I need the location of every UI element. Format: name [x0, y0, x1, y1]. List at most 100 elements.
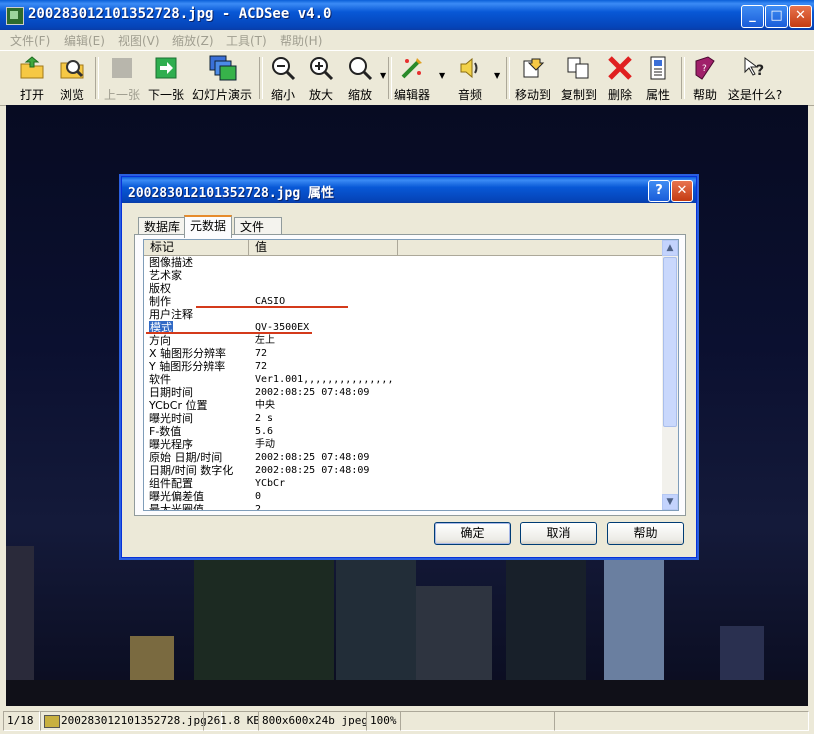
metadata-tag: YCbCr 位置: [149, 399, 208, 412]
metadata-row[interactable]: 曝光程序 手动: [144, 438, 664, 451]
metadata-value: 2002:08:25 07:48:09: [255, 452, 370, 463]
zoom-button[interactable]: 缩放: [342, 55, 378, 102]
dialog-help-text-button[interactable]: 帮助: [607, 522, 684, 545]
metadata-tag: 曝光时间: [149, 412, 193, 425]
metadata-row[interactable]: Y 轴图形分辨率 72: [144, 360, 664, 373]
next-button[interactable]: 下一张: [146, 55, 186, 102]
maximize-button[interactable]: □: [765, 5, 788, 28]
status-dims: 800x600x24b jpeg: [258, 711, 367, 731]
menu-edit[interactable]: 编辑(E): [64, 32, 105, 49]
zoom-in-label: 放大: [308, 88, 333, 102]
metadata-row[interactable]: 方向 左上: [144, 334, 664, 347]
title-bar[interactable]: 200283012101352728.jpg - ACDSee v4.0 _ □…: [0, 0, 814, 30]
editor-button[interactable]: 编辑器: [392, 55, 432, 102]
copy-to-icon: [566, 55, 592, 81]
folder-open-icon: [19, 55, 45, 81]
menu-file[interactable]: 文件(F): [10, 32, 50, 49]
scroll-up-icon[interactable]: ▲: [662, 240, 678, 256]
copy-to-button[interactable]: 复制到: [558, 55, 600, 102]
dialog-close-button[interactable]: ✕: [671, 180, 693, 202]
metadata-value: 手动: [255, 439, 275, 450]
editor-dropdown-arrow[interactable]: ▼: [439, 71, 445, 80]
metadata-tag: 日期/时间 数字化: [149, 464, 234, 477]
editor-label: 编辑器: [393, 88, 430, 102]
metadata-tag: 制作: [149, 295, 171, 308]
metadata-row[interactable]: YCbCr 位置 中央: [144, 399, 664, 412]
next-label: 下一张: [147, 88, 184, 102]
properties-icon: [645, 55, 671, 81]
cancel-button[interactable]: 取消: [520, 522, 597, 545]
metadata-tag: 图像描述: [149, 256, 193, 269]
red-underline-model: [146, 332, 312, 334]
zoom-dropdown-arrow[interactable]: ▼: [380, 71, 386, 80]
metadata-tag: 曝光程序: [149, 438, 193, 451]
audio-dropdown-arrow[interactable]: ▼: [494, 71, 500, 80]
metadata-row[interactable]: 日期时间 2002:08:25 07:48:09: [144, 386, 664, 399]
scroll-down-icon[interactable]: ▼: [662, 494, 678, 510]
jpg-file-icon: [44, 715, 60, 728]
metadata-row[interactable]: 曝光时间 2 s: [144, 412, 664, 425]
metadata-row[interactable]: 用户注释: [144, 308, 664, 321]
help-button[interactable]: ? 帮助: [688, 55, 722, 102]
move-to-button[interactable]: 移动到: [512, 55, 554, 102]
status-filename-text: 200283012101352728.jpg: [61, 714, 207, 727]
metadata-row[interactable]: 图像描述: [144, 256, 664, 269]
metadata-value: 0: [255, 491, 262, 502]
metadata-row[interactable]: 艺术家: [144, 269, 664, 282]
browse-button[interactable]: 浏览: [54, 55, 90, 102]
metadata-row[interactable]: 最大光圈值 2: [144, 503, 664, 511]
audio-label: 音频: [457, 88, 482, 102]
whats-this-icon: ?: [742, 55, 768, 81]
delete-label: 删除: [607, 88, 632, 102]
metadata-row[interactable]: F-数值 5.6: [144, 425, 664, 438]
audio-button[interactable]: 音频: [452, 55, 488, 102]
prev-button[interactable]: 上一张: [102, 55, 142, 102]
delete-button[interactable]: 删除: [604, 55, 636, 102]
column-tag[interactable]: 标记: [144, 240, 249, 255]
metadata-row[interactable]: 版权: [144, 282, 664, 295]
metadata-row[interactable]: 组件配置 YCbCr: [144, 477, 664, 490]
metadata-row[interactable]: 原始 日期/时间 2002:08:25 07:48:09: [144, 451, 664, 464]
toolbar-separator: [681, 57, 685, 99]
properties-button[interactable]: 属性: [641, 55, 675, 102]
metadata-row[interactable]: 软件 Ver1.001,,,,,,,,,,,,,,,: [144, 373, 664, 386]
metadata-row[interactable]: 曝光偏差值 0: [144, 490, 664, 503]
metadata-value: 5.6: [255, 426, 274, 437]
scroll-thumb[interactable]: [663, 257, 677, 427]
dialog-title: 200283012101352728.jpg 属性: [128, 186, 335, 201]
metadata-row[interactable]: 日期/时间 数字化 2002:08:25 07:48:09: [144, 464, 664, 477]
zoom-in-button[interactable]: 放大: [304, 55, 338, 102]
zoom-out-label: 缩小: [270, 88, 295, 102]
metadata-tag: 最大光圈值: [149, 503, 204, 511]
status-zoom: 100%: [366, 711, 401, 731]
menu-zoom[interactable]: 缩放(Z): [172, 32, 214, 49]
metadata-row[interactable]: X 轴图形分辨率 72: [144, 347, 664, 360]
tab-metadata[interactable]: 元数据: [184, 215, 233, 238]
metadata-tag: 组件配置: [149, 477, 193, 490]
slideshow-button[interactable]: 幻灯片演示: [190, 55, 254, 102]
speaker-icon: [457, 55, 483, 81]
ok-button[interactable]: 确定: [434, 522, 511, 545]
vertical-scrollbar[interactable]: ▲ ▼: [662, 240, 678, 510]
menu-view[interactable]: 视图(V): [118, 32, 160, 49]
move-to-label: 移动到: [514, 88, 551, 102]
zoom-out-icon: [270, 55, 296, 81]
metadata-tag: 原始 日期/时间: [149, 451, 223, 464]
dialog-help-button[interactable]: ?: [648, 180, 670, 202]
whats-this-button[interactable]: ? 这是什么?: [726, 55, 784, 102]
menu-help[interactable]: 帮助(H): [280, 32, 322, 49]
menu-tools[interactable]: 工具(T): [226, 32, 267, 49]
metadata-tag: 用户注释: [149, 308, 193, 321]
column-value[interactable]: 值: [249, 240, 398, 255]
dialog-title-bar[interactable]: 200283012101352728.jpg 属性 ? ✕: [122, 177, 696, 203]
metadata-value: 中央: [255, 400, 275, 411]
browse-label: 浏览: [59, 88, 84, 102]
app-icon[interactable]: [6, 7, 24, 25]
minimize-button[interactable]: _: [741, 5, 764, 28]
close-button[interactable]: ✕: [789, 5, 812, 28]
zoom-out-button[interactable]: 缩小: [266, 55, 300, 102]
open-button[interactable]: 打开: [14, 55, 50, 102]
metadata-list[interactable]: 标记 值 图像描述 艺术家 版权 制作 CASIO 用户注释 模式 QV-3500EX 方向 左上…: [143, 239, 679, 511]
zoom-icon: [347, 55, 373, 81]
metadata-value: 2002:08:25 07:48:09: [255, 465, 370, 476]
